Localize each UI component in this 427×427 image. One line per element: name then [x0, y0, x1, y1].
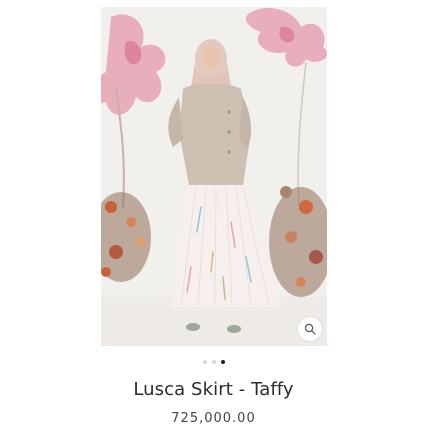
gallery-dot-active[interactable] — [220, 360, 225, 364]
product-photo — [101, 7, 327, 346]
gallery-dot[interactable] — [211, 360, 216, 364]
gallery-dot[interactable] — [202, 360, 207, 364]
product-title: Lusca Skirt - Taffy — [133, 379, 294, 400]
zoom-button[interactable] — [298, 317, 322, 341]
magnifier-icon — [304, 323, 316, 335]
product-price: 725,000.00 — [171, 411, 256, 426]
product-page: Lusca Skirt - Taffy 725,000.00 — [0, 0, 427, 427]
product-image[interactable] — [101, 7, 327, 346]
gallery-pagination — [0, 360, 427, 366]
